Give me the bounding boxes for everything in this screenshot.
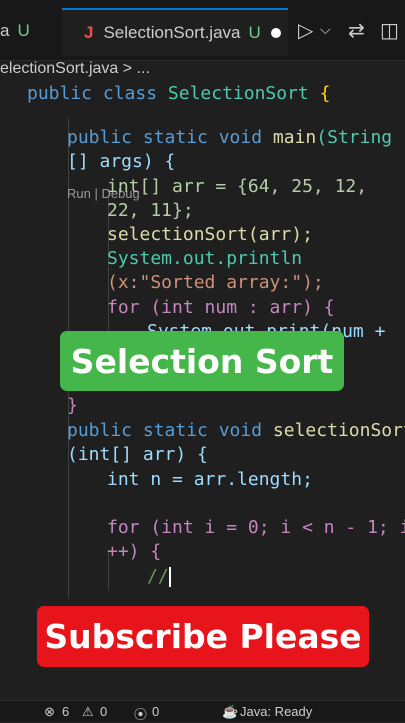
ports-count: 0 [152, 704, 160, 719]
error-count: 6 [62, 704, 70, 719]
subscribe-overlay-banner: Subscribe Please [37, 606, 369, 667]
title-overlay-banner: Selection Sort [60, 331, 344, 391]
warning-count: 0 [100, 704, 108, 719]
text-cursor [168, 567, 171, 587]
breadcrumb: electionSort.java > ... [0, 60, 150, 80]
chevron-down-icon[interactable]: ⌵ [320, 22, 331, 38]
run-icon[interactable]: ▷ [298, 18, 313, 42]
code-line-main-args: [] args) { [67, 151, 176, 172]
status-bar: ⊗ 6 ⚠ 0 ⦿ 0 ☕ Java: Ready [0, 700, 405, 723]
code-line-comment: // [147, 566, 171, 587]
java-status[interactable]: Java: Ready [240, 704, 312, 719]
tab-selectionsort[interactable]: J SelectionSort.java U [62, 8, 288, 56]
tab-bar: a U J SelectionSort.java U ▷ ⌵ ⇄ ◫ [0, 0, 405, 61]
unsaved-dot-icon[interactable] [270, 28, 281, 38]
code-line-call-sort: selectionSort(arr); [107, 224, 313, 245]
code-line-main-sig: public static void main(String [67, 127, 393, 148]
tab-inactive-status: U [17, 21, 30, 40]
code-line-println-arg: (x:"Sorted array:"); [107, 272, 324, 293]
java-status-icon[interactable]: ☕ [222, 704, 238, 720]
java-file-icon: J [84, 23, 94, 42]
code-line-for-each: for (int num : arr) { [107, 297, 335, 318]
tab-inactive-label: a [0, 21, 10, 40]
code-line-n-decl: int n = arr.length; [107, 469, 313, 490]
error-icon[interactable]: ⊗ [44, 704, 55, 720]
tab-active-label: SelectionSort.java [103, 23, 241, 42]
code-line-for-loop-cont: ++) { [107, 541, 162, 562]
tab-inactive[interactable]: a U [0, 8, 62, 54]
breadcrumb-file[interactable]: electionSort.java [0, 60, 118, 77]
code-line-sort-params: (int[] arr) { [67, 444, 208, 465]
code-line-arr-decl-cont: 22, 11}; [107, 200, 194, 221]
warning-icon[interactable]: ⚠ [82, 704, 94, 720]
tab-active-status: U [248, 23, 261, 42]
code-line-close-main: } [67, 395, 78, 416]
breadcrumb-separator: > [122, 60, 133, 77]
breadcrumb-more[interactable]: ... [137, 60, 150, 77]
code-line-for-loop: for (int i = 0; i < n - 1; i [107, 517, 405, 538]
code-line-sort-sig: public static void selectionSort [67, 420, 405, 441]
split-editor-icon[interactable]: ◫ [380, 18, 399, 42]
code-line-arr-decl: int[] arr = {64, 25, 12, [107, 176, 368, 197]
ports-icon[interactable]: ⦿ [134, 704, 147, 723]
compare-changes-icon[interactable]: ⇄ [348, 18, 365, 42]
code-line-class: public class SelectionSort { [27, 83, 331, 104]
code-line-println: System.out.println [107, 248, 303, 269]
